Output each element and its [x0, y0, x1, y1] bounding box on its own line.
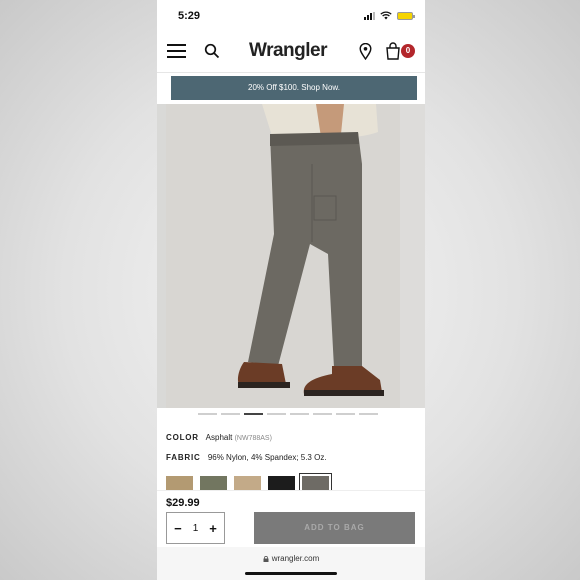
price: $29.99: [166, 497, 200, 509]
color-label: COLOR: [166, 433, 199, 442]
increase-quantity-button[interactable]: +: [206, 521, 220, 536]
wrangler-logo[interactable]: Wrangler: [249, 40, 328, 62]
add-to-bag-button[interactable]: ADD TO BAG: [254, 512, 415, 544]
location-pin-icon[interactable]: [359, 43, 372, 60]
status-time: 5:29: [178, 10, 201, 22]
carousel-dot[interactable]: [359, 413, 378, 415]
color-spec: COLOR Asphalt (NW788AS): [166, 433, 272, 442]
header-divider: [157, 72, 425, 73]
quantity-stepper: − 1 +: [166, 512, 225, 544]
search-icon[interactable]: [204, 43, 220, 59]
color-swatch-tan[interactable]: [166, 476, 193, 491]
lock-icon: [263, 555, 269, 562]
status-icons: [364, 11, 415, 20]
browser-url-bar[interactable]: wrangler.com: [157, 547, 425, 580]
battery-icon: [397, 11, 415, 20]
decrease-quantity-button[interactable]: −: [171, 521, 185, 536]
fabric-label: FABRIC: [166, 453, 201, 462]
bag-count-badge[interactable]: 0: [401, 44, 415, 58]
purchase-bar: $29.99 − 1 + ADD TO BAG: [157, 490, 425, 547]
next-image-peek[interactable]: [400, 104, 425, 408]
promo-banner[interactable]: 20% Off $100. Shop Now.: [171, 76, 417, 100]
previous-image-peek[interactable]: [157, 104, 166, 408]
fabric-value: 96% Nylon, 4% Spandex; 5.3 Oz.: [207, 453, 327, 462]
color-swatch-black[interactable]: [268, 476, 295, 491]
product-image[interactable]: [166, 104, 400, 408]
color-swatch-olive[interactable]: [200, 476, 227, 491]
shopping-bag-icon[interactable]: [385, 42, 401, 60]
phone-screen: 5:29 Wrangler 0 20% Off $100. Shop Now. …: [157, 0, 425, 580]
home-indicator[interactable]: [245, 572, 337, 575]
sku-code: (NW788AS): [234, 435, 272, 442]
carousel-dot[interactable]: [313, 413, 332, 415]
signal-icon: [364, 11, 375, 20]
color-swatch-asphalt[interactable]: [299, 473, 332, 494]
carousel-dot[interactable]: [336, 413, 355, 415]
status-bar: 5:29: [157, 0, 425, 32]
quantity-value[interactable]: 1: [193, 523, 199, 534]
color-value: Asphalt: [205, 433, 233, 442]
carousel-dot[interactable]: [244, 413, 263, 415]
carousel-dot[interactable]: [221, 413, 240, 415]
url-text: wrangler.com: [271, 554, 320, 563]
product-gallery[interactable]: [157, 104, 425, 408]
wifi-icon: [380, 11, 392, 20]
color-swatch-khaki[interactable]: [234, 476, 261, 491]
carousel-dots[interactable]: [198, 413, 378, 415]
menu-icon[interactable]: [167, 44, 186, 58]
carousel-dot[interactable]: [198, 413, 217, 415]
carousel-dot[interactable]: [290, 413, 309, 415]
color-swatches: [166, 473, 332, 494]
fabric-spec: FABRIC 96% Nylon, 4% Spandex; 5.3 Oz.: [166, 453, 327, 462]
site-header: Wrangler 0: [157, 32, 425, 72]
url-display[interactable]: wrangler.com: [157, 554, 425, 563]
carousel-dot[interactable]: [267, 413, 286, 415]
